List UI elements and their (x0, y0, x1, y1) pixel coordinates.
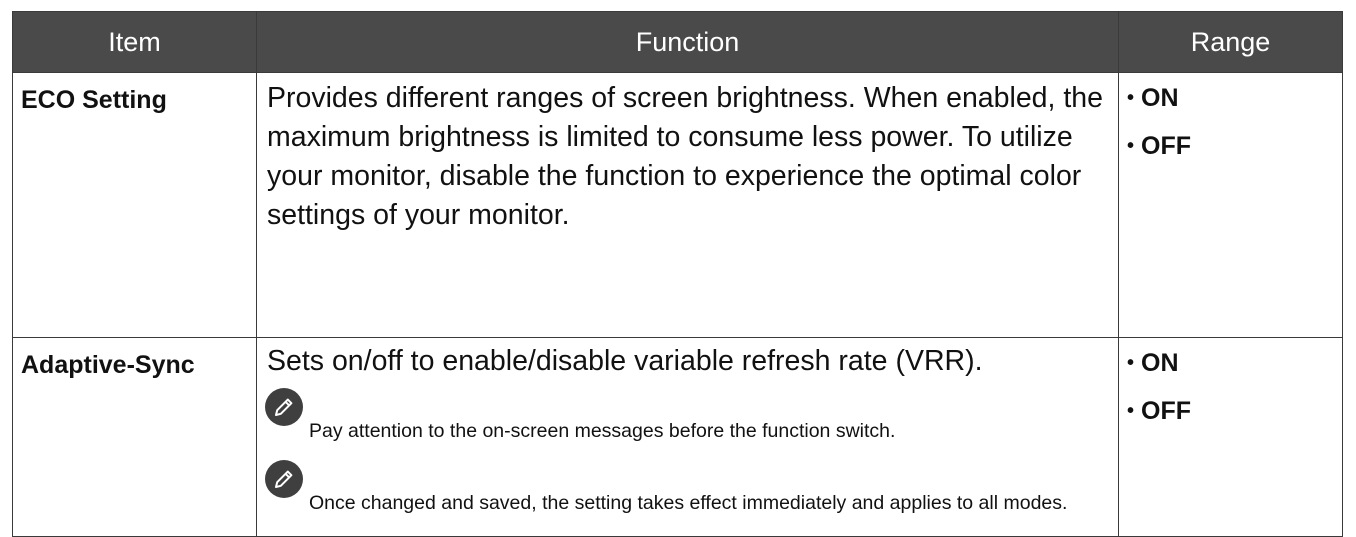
range-option: • ON (1127, 83, 1336, 119)
range-options: • ON • OFF (1118, 72, 1343, 338)
item-name: ECO Setting (12, 72, 257, 338)
bullet-icon: • (1127, 135, 1135, 157)
function-description: Provides different ranges of screen brig… (256, 72, 1119, 338)
function-description: Sets on/off to enable/disable variable r… (256, 337, 1119, 537)
range-option-label: OFF (1141, 397, 1191, 425)
range-option-label: ON (1141, 349, 1179, 377)
range-option: • OFF (1127, 131, 1336, 167)
range-option-label: ON (1141, 84, 1179, 112)
header-range: Range (1118, 11, 1343, 73)
range-options: • ON • OFF (1118, 337, 1343, 537)
item-name: Adaptive-Sync (12, 337, 257, 537)
table-header: Item Function Range (12, 11, 1343, 73)
range-option-label: OFF (1141, 132, 1191, 160)
range-option: • OFF (1127, 396, 1336, 432)
header-function: Function (256, 11, 1119, 73)
function-text: Sets on/off to enable/disable variable r… (267, 345, 983, 377)
note: Once changed and saved, the setting take… (265, 460, 1110, 522)
range-option: • ON (1127, 348, 1336, 384)
pencil-note-icon (265, 388, 303, 426)
note: Pay attention to the on-screen messages … (265, 388, 1110, 450)
settings-table: Item Function Range ECO Setting Provides… (12, 11, 1343, 537)
bullet-icon: • (1127, 87, 1135, 109)
bullet-icon: • (1127, 352, 1135, 374)
pencil-note-icon (265, 460, 303, 498)
note-text: Pay attention to the on-screen messages … (309, 420, 896, 442)
bullet-icon: • (1127, 400, 1135, 422)
header-item: Item (12, 11, 257, 73)
note-text: Once changed and saved, the setting take… (309, 492, 1068, 514)
table-row-eco-setting: ECO Setting Provides different ranges of… (12, 72, 1343, 338)
table-row-adaptive-sync: Adaptive-Sync Sets on/off to enable/disa… (12, 337, 1343, 537)
